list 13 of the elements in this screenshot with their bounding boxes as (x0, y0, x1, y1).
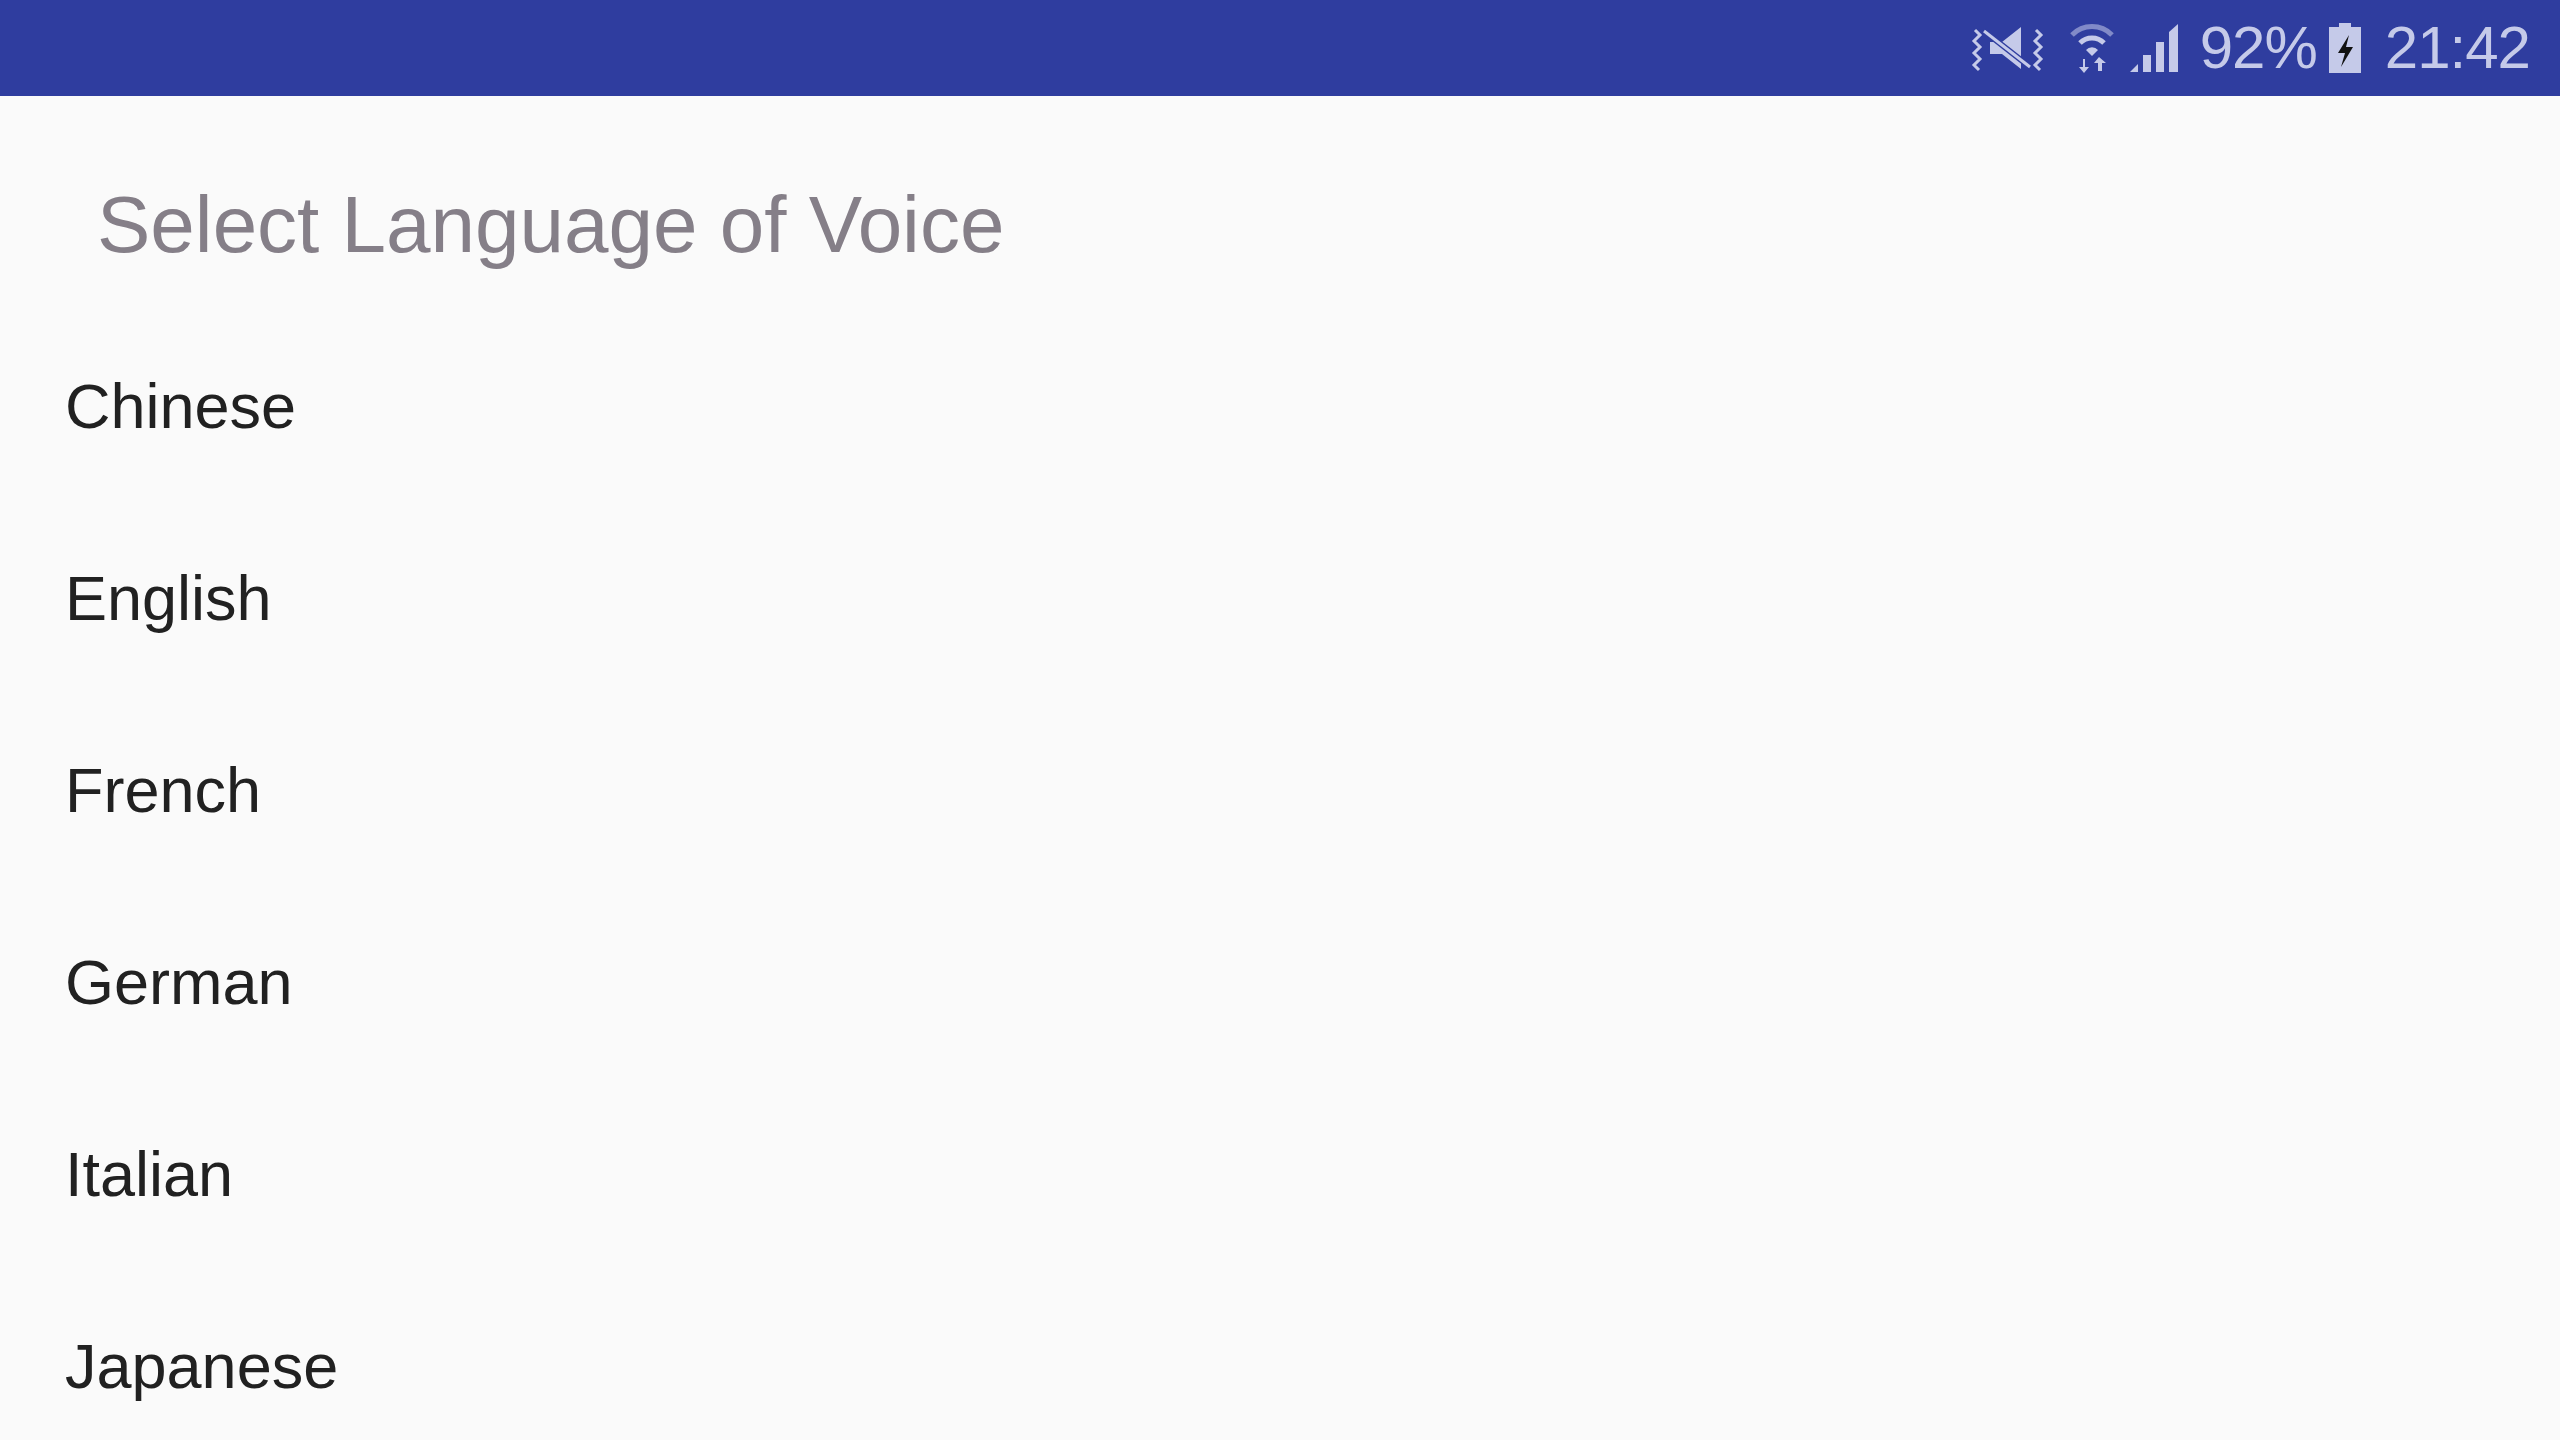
language-option[interactable]: Japanese (65, 1328, 339, 1404)
language-option[interactable]: English (65, 560, 272, 636)
signal-bars-icon (2129, 24, 2180, 72)
language-option[interactable]: Italian (65, 1136, 234, 1212)
mute-vibrate-icon (1969, 24, 2044, 72)
wifi-icon (2069, 23, 2114, 73)
language-option[interactable]: German (65, 944, 293, 1020)
battery-percentage: 92% (2199, 18, 2317, 78)
language-option[interactable]: Chinese (65, 368, 297, 444)
battery-charging-icon (2328, 23, 2361, 73)
dialog-title: Select Language of Voice (97, 179, 1005, 271)
clock: 21:42 (2384, 18, 2530, 78)
language-option[interactable]: French (65, 752, 262, 828)
